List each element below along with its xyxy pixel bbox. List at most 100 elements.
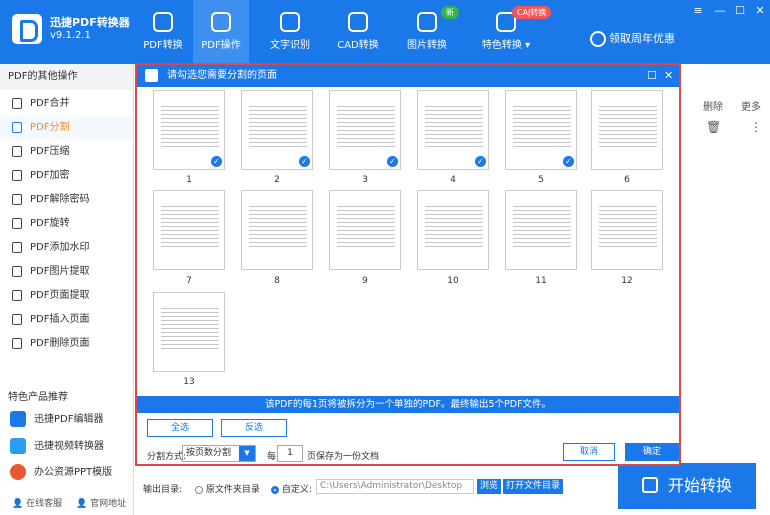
page-thumb-8[interactable] — [241, 190, 313, 270]
page-preview — [161, 105, 219, 147]
play-icon — [641, 476, 658, 493]
page-thumb-10[interactable] — [417, 190, 489, 270]
caj-badge: CAJ转换 — [512, 6, 552, 19]
top-bar: 迅捷PDF转换器 v9.1.2.1 PDF转换 PDF操作 文字识别 CAD转换… — [0, 0, 770, 64]
close-icon[interactable]: ✕ — [752, 4, 768, 17]
minimize-icon[interactable]: — — [712, 4, 728, 17]
user-icon — [590, 31, 606, 47]
split-dialog: 请勾选您需要分割的页面 ☐ ✕ ✓ 1 ✓ 2 ✓ 3 ✓ 4 ✓ 5 6 7 … — [135, 63, 681, 466]
delete-page-icon — [12, 337, 22, 349]
confirm-button[interactable]: 确定 — [625, 443, 679, 461]
product-pdf-editor[interactable]: 迅捷PDF编辑器 — [4, 409, 130, 431]
radio-custom-dir[interactable]: 自定义: — [270, 485, 312, 495]
invert-selection-button[interactable]: 反选 — [221, 419, 287, 437]
output-path-input[interactable]: C:\Users\Administrator\Desktop — [316, 479, 474, 494]
split-info-bar: 该PDF的每1页将被拆分为一个单独的PDF。最终输出5个PDF文件。 — [137, 396, 679, 413]
app-version: v9.1.2.1 — [50, 30, 91, 41]
insert-page-icon — [12, 313, 22, 325]
page-number: 8 — [274, 276, 280, 286]
nav-ocr[interactable]: 文字识别 — [262, 0, 318, 64]
radio-original-dir[interactable]: 原文件夹目录 — [194, 485, 260, 495]
app-name: 迅捷PDF转换器 — [50, 16, 130, 29]
product-video-converter[interactable]: 迅捷视频转换器 — [4, 436, 130, 458]
nav-pdf-convert[interactable]: PDF转换 — [135, 0, 191, 64]
ocr-icon — [280, 12, 300, 32]
maximize-icon[interactable]: ☐ — [647, 65, 657, 87]
sidebar-item-compress[interactable]: PDF压缩 — [0, 140, 133, 164]
cancel-button[interactable]: 取消 — [563, 443, 615, 461]
page-grid: ✓ 1 ✓ 2 ✓ 3 ✓ 4 ✓ 5 6 7 8 9 10 11 12 13 — [137, 87, 679, 393]
page-thumb-13[interactable] — [153, 292, 225, 372]
page-thumb-9[interactable] — [329, 190, 401, 270]
page-thumb-1[interactable]: ✓ — [153, 90, 225, 170]
every-label: 每 — [267, 452, 277, 462]
website-link[interactable]: 👤 官网地址 — [76, 496, 126, 509]
trash-icon[interactable]: 🗑 — [706, 120, 721, 134]
pages-per-doc-input[interactable]: 1 — [277, 445, 303, 462]
online-service-link[interactable]: 👤 在线客服 — [12, 496, 62, 509]
menu-icon[interactable]: ≡ — [690, 4, 706, 17]
sidebar-item-merge[interactable]: PDF合并 — [0, 92, 133, 116]
page-thumb-2[interactable]: ✓ — [241, 90, 313, 170]
check-icon: ✓ — [211, 156, 222, 167]
sidebar-item-split[interactable]: PDF分割 — [0, 116, 133, 140]
select-all-button[interactable]: 全选 — [147, 419, 213, 437]
browse-button[interactable]: 浏览 — [477, 479, 502, 494]
page-thumb-11[interactable] — [505, 190, 577, 270]
close-icon[interactable]: ✕ — [664, 65, 673, 87]
page-thumb-3[interactable]: ✓ — [329, 90, 401, 170]
sidebar-heading: PDF的其他操作 — [0, 64, 133, 90]
dialog-titlebar: 请勾选您需要分割的页面 ☐ ✕ — [137, 65, 679, 87]
page-preview — [599, 205, 657, 247]
sidebar-item-page-extract[interactable]: PDF页面提取 — [0, 284, 133, 308]
promo-link[interactable]: 领取周年优惠 — [590, 30, 675, 47]
delete-column-header: 删除 — [703, 102, 723, 113]
page-thumb-12[interactable] — [591, 190, 663, 270]
merge-icon — [12, 97, 22, 109]
sidebar-item-encrypt[interactable]: PDF加密 — [0, 164, 133, 188]
page-thumb-4[interactable]: ✓ — [417, 90, 489, 170]
sidebar-item-unlock[interactable]: PDF解除密码 — [0, 188, 133, 212]
compress-icon — [12, 145, 22, 157]
dialog-title: 请勾选您需要分割的页面 — [167, 70, 277, 81]
split-mode-select[interactable]: 按页数分割 ▼ — [182, 445, 256, 462]
split-icon — [12, 121, 22, 133]
page-number: 6 — [624, 175, 630, 185]
sidebar-item-delete-page[interactable]: PDF删除页面 — [0, 332, 133, 356]
lock-icon — [12, 169, 22, 181]
more-icon[interactable]: ⋮ — [750, 120, 762, 134]
maximize-icon[interactable]: ☐ — [732, 4, 748, 17]
app-logo-icon — [145, 69, 158, 82]
page-number: 5 — [538, 175, 544, 185]
watermark-icon — [12, 241, 22, 253]
open-folder-button[interactable]: 打开文件目录 — [503, 479, 564, 494]
chevron-down-icon: ▼ — [239, 446, 255, 461]
product-ppt-template[interactable]: 办公资源PPT模版 — [4, 462, 130, 484]
check-icon: ✓ — [563, 156, 574, 167]
nav-pdf-operate[interactable]: PDF操作 — [193, 0, 249, 64]
pdf-operate-icon — [211, 12, 231, 32]
page-thumb-5[interactable]: ✓ — [505, 90, 577, 170]
sidebar-item-image-extract[interactable]: PDF图片提取 — [0, 260, 133, 284]
page-number: 13 — [183, 377, 195, 387]
sidebar-item-watermark[interactable]: PDF添加水印 — [0, 236, 133, 260]
page-extract-icon — [12, 289, 22, 301]
start-convert-button[interactable]: 开始转换 — [618, 463, 756, 509]
radio-icon — [194, 485, 203, 494]
page-number: 2 — [274, 175, 280, 185]
page-number: 11 — [535, 276, 547, 286]
products-heading: 特色产品推荐 — [8, 392, 68, 403]
ppt-icon — [10, 464, 26, 480]
unlock-icon — [12, 193, 22, 205]
sidebar-item-rotate[interactable]: PDF旋转 — [0, 212, 133, 236]
page-preview — [599, 105, 657, 147]
radio-checked-icon — [270, 485, 279, 494]
split-mode-label: 分割方式: — [147, 452, 187, 462]
nav-cad[interactable]: CAD转换 — [330, 0, 386, 64]
page-thumb-6[interactable] — [591, 90, 663, 170]
page-thumb-7[interactable] — [153, 190, 225, 270]
sidebar-item-insert-page[interactable]: PDF插入页面 — [0, 308, 133, 332]
new-badge: 新 — [441, 6, 459, 19]
check-icon: ✓ — [475, 156, 486, 167]
page-preview — [249, 105, 307, 147]
